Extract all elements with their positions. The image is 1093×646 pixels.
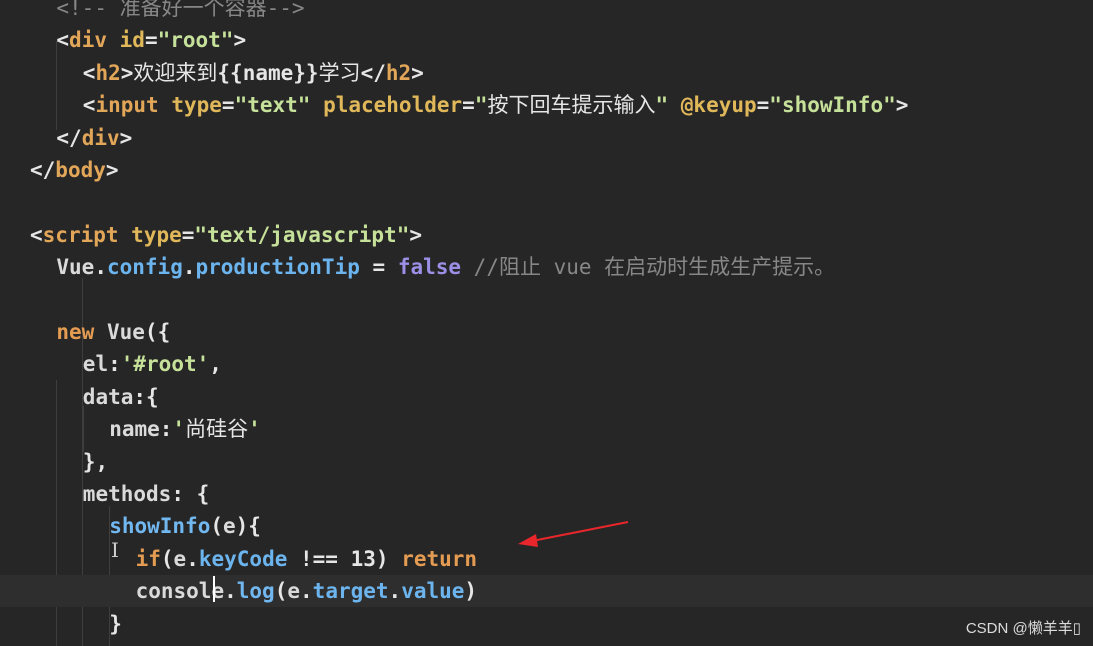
arrow-shaft [531,521,629,542]
annotation-arrow-icon [518,521,629,547]
watermark: CSDN @懒羊羊▯ [965,620,1081,637]
code-editor[interactable]: <!-- 准备好一个容器--> <div id="root"> <h2>欢迎来到{{… [0,0,1093,646]
arrow-head [518,534,538,547]
